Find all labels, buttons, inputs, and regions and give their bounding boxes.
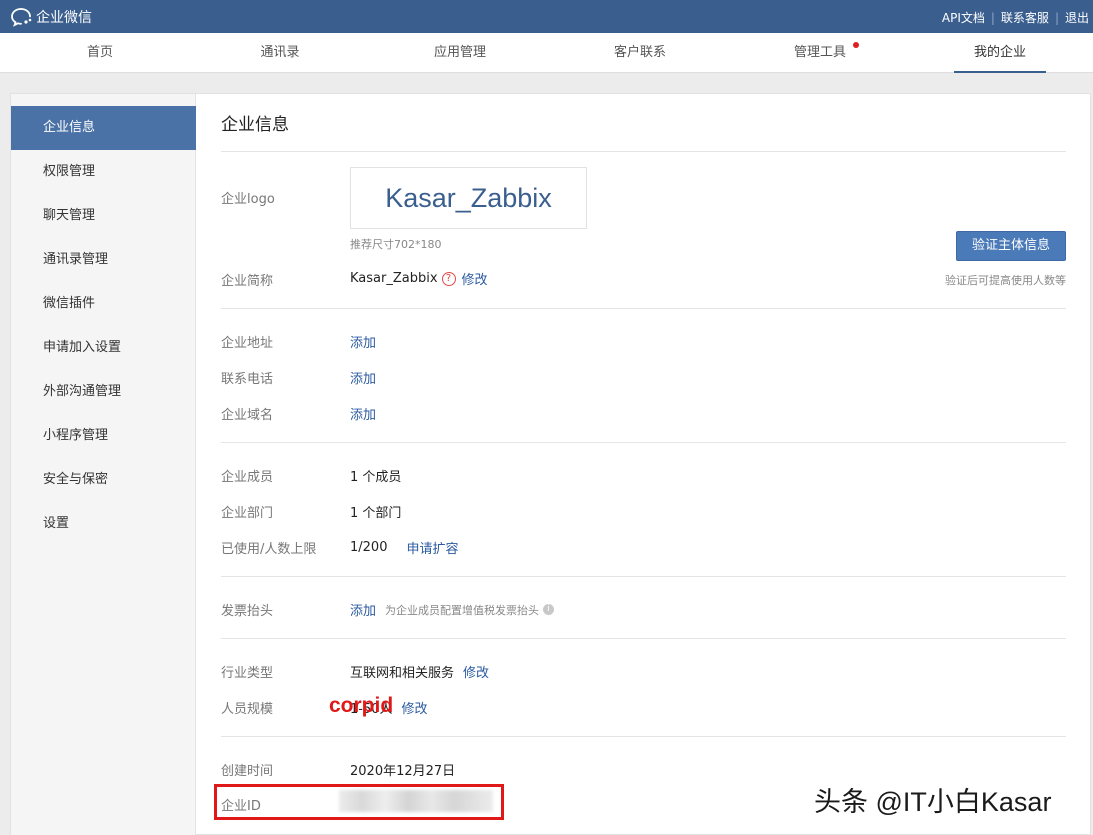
brand[interactable]: 企业微信 [11, 6, 92, 28]
add-address-link[interactable]: 添加 [350, 332, 376, 351]
invoice-row: 添加 为企业成员配置增值税发票抬头 i [350, 600, 555, 619]
expand-capacity-link[interactable]: 申请扩容 [406, 538, 458, 557]
invoice-hint: 为企业成员配置增值税发票抬头 [385, 603, 540, 617]
sidebar-item-miniprogram[interactable]: 小程序管理 [11, 414, 196, 458]
industry-value: 互联网和相关服务 [350, 666, 455, 681]
address-label: 企业地址 [221, 336, 274, 351]
notification-dot [853, 42, 859, 48]
sidebar-item-wechat-plugin[interactable]: 微信插件 [11, 282, 196, 326]
enterprise-logo-image[interactable]: Kasar_Zabbix [350, 167, 587, 229]
nav-apps[interactable]: 应用管理 [390, 33, 530, 73]
edit-industry-link[interactable]: 修改 [463, 662, 489, 681]
api-docs-link[interactable]: API文档 [942, 9, 985, 26]
verify-hint: 验证后可提高使用人数等 [945, 274, 1066, 287]
add-domain-link[interactable]: 添加 [350, 404, 376, 423]
watermark: 头条 @IT小白Kasar [814, 787, 1052, 817]
scale-label: 人员规模 [221, 702, 274, 717]
nav-contacts[interactable]: 通讯录 [210, 33, 350, 73]
divider [221, 151, 1066, 152]
divider [221, 736, 1066, 737]
edit-scale-link[interactable]: 修改 [402, 698, 428, 717]
domain-label: 企业域名 [221, 408, 274, 423]
industry-row: 互联网和相关服务 修改 [350, 662, 489, 681]
main-panel: 企业信息 企业logo Kasar_Zabbix 推荐尺寸702*180 验证主… [197, 94, 1090, 835]
support-link[interactable]: 联系客服 [1001, 9, 1049, 26]
sidebar-item-chat[interactable]: 聊天管理 [11, 194, 196, 238]
content-card: 企业信息 权限管理 聊天管理 通讯录管理 微信插件 申请加入设置 外部沟通管理 … [10, 93, 1091, 835]
divider [221, 442, 1066, 443]
sidebar-item-settings[interactable]: 设置 [11, 502, 196, 546]
short-name-label: 企业简称 [221, 274, 274, 289]
usage-value: 1/200 [350, 540, 388, 555]
nav-admin-tools[interactable]: 管理工具 [750, 33, 890, 73]
sidebar: 企业信息 权限管理 聊天管理 通讯录管理 微信插件 申请加入设置 外部沟通管理 … [11, 94, 196, 835]
usage-label: 已使用/人数上限 [221, 542, 317, 557]
add-invoice-link[interactable]: 添加 [350, 600, 376, 619]
nav-home[interactable]: 首页 [30, 33, 170, 73]
top-header-bar: 企业微信 API文档 | 联系客服 | 退出 [0, 0, 1093, 33]
industry-label: 行业类型 [221, 666, 274, 681]
top-links: API文档 | 联系客服 | 退出 [942, 9, 1089, 26]
nav-customer-contact[interactable]: 客户联系 [570, 33, 710, 73]
nav-admin-tools-label: 管理工具 [793, 45, 846, 60]
sidebar-item-external[interactable]: 外部沟通管理 [11, 370, 196, 414]
main-nav: 首页 通讯录 应用管理 客户联系 管理工具 我的企业 [0, 33, 1093, 73]
separator: | [990, 10, 995, 25]
app-title: 企业微信 [36, 10, 92, 26]
add-phone-link[interactable]: 添加 [350, 368, 376, 387]
departments-label: 企业部门 [221, 506, 274, 521]
page-title: 企业信息 [221, 115, 289, 135]
members-value: 1 个成员 [350, 470, 402, 485]
divider [221, 576, 1066, 577]
usage-row: 1/200 申请扩容 [350, 538, 458, 557]
sidebar-item-contacts-management[interactable]: 通讯录管理 [11, 238, 196, 282]
created-label: 创建时间 [221, 764, 274, 779]
verify-entity-button[interactable]: 验证主体信息 [956, 231, 1066, 261]
short-name-row: Kasar_Zabbix ? 修改 [350, 269, 488, 288]
corpid-annotation: corpid [329, 694, 394, 717]
logo-label: 企业logo [221, 192, 275, 207]
corp-id-highlight-box [214, 784, 504, 820]
sidebar-item-join-settings[interactable]: 申请加入设置 [11, 326, 196, 370]
departments-value: 1 个部门 [350, 506, 402, 521]
info-icon[interactable]: i [543, 604, 555, 615]
sidebar-item-permissions[interactable]: 权限管理 [11, 150, 196, 194]
sidebar-item-security[interactable]: 安全与保密 [11, 458, 196, 502]
sidebar-item-enterprise-info[interactable]: 企业信息 [11, 106, 196, 150]
separator: | [1054, 10, 1059, 25]
nav-my-enterprise[interactable]: 我的企业 [930, 33, 1070, 73]
help-icon[interactable]: ? [441, 271, 456, 286]
edit-short-name-link[interactable]: 修改 [462, 269, 488, 288]
members-label: 企业成员 [221, 470, 274, 485]
created-value: 2020年12月27日 [350, 764, 456, 779]
logout-link[interactable]: 退出 [1065, 9, 1089, 26]
logo-size-hint: 推荐尺寸702*180 [350, 238, 442, 251]
divider [221, 308, 1066, 309]
phone-label: 联系电话 [221, 372, 274, 387]
short-name-value: Kasar_Zabbix [350, 271, 438, 286]
divider [221, 638, 1066, 639]
invoice-label: 发票抬头 [221, 604, 274, 619]
wecom-logo-icon [11, 8, 32, 27]
